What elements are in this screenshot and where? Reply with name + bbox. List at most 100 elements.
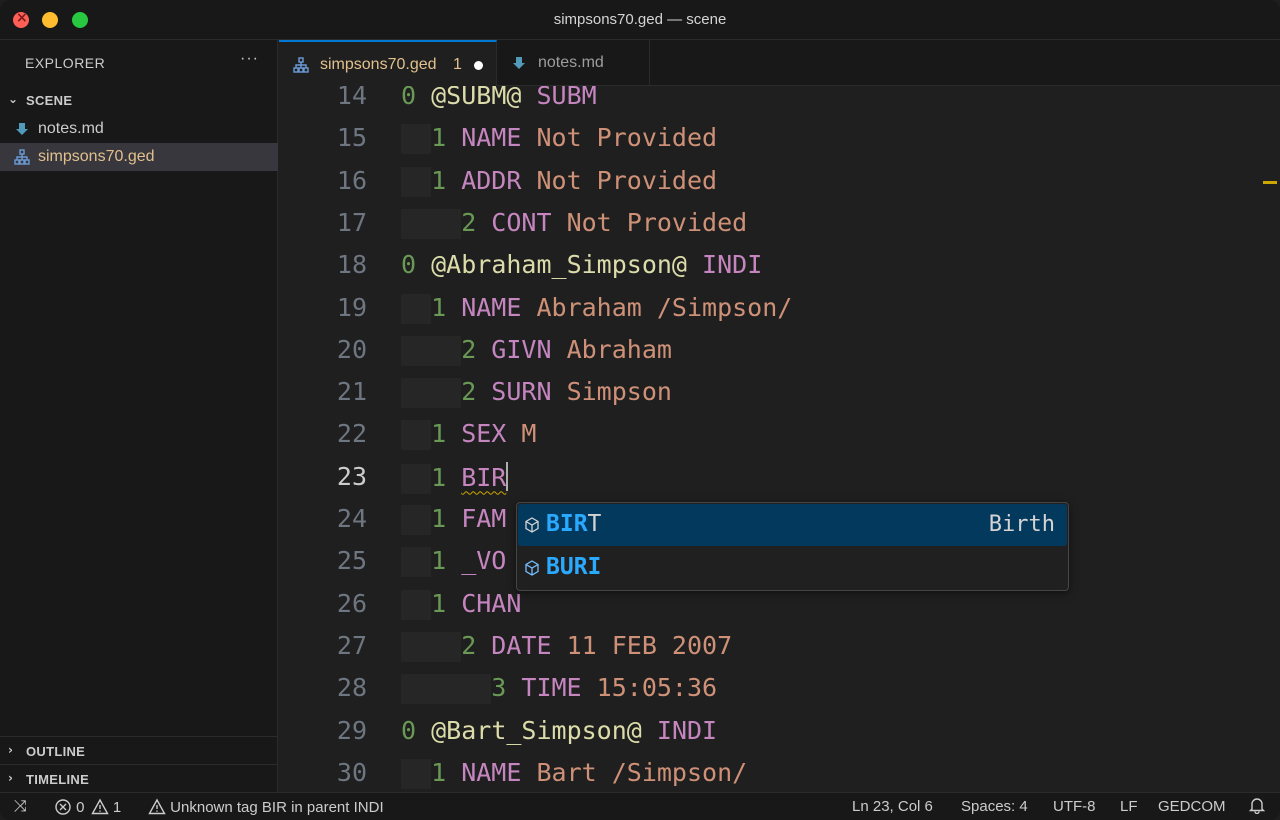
line-number: 25 (336, 546, 367, 576)
token-tag: NAME (461, 757, 537, 787)
diagnostic-text: Unknown tag BIR in parent INDI (170, 799, 384, 816)
title-bar: simpsons70.ged — scene (0, 0, 1280, 40)
folder-section-scene[interactable]: ⌄ SCENE (0, 86, 278, 114)
code-line[interactable]: 19 1 NAME Abraham /Simpson/ (279, 292, 1280, 334)
remote-indicator-icon[interactable]: ⤨ (14, 796, 27, 816)
line-number: 15 (336, 123, 367, 153)
gedcom-tree-icon (293, 57, 309, 73)
indentation-setting[interactable]: Spaces: 4 (961, 798, 1028, 815)
token-val: M (521, 419, 537, 449)
token-tag: NAME (461, 123, 537, 153)
code-text: 0 @Abraham_Simpson@ INDI (401, 250, 762, 279)
file-item-simpsons70-ged[interactable]: simpsons70.ged (0, 143, 278, 171)
token-lvl: 1 (431, 419, 462, 449)
cursor-position[interactable]: Ln 23, Col 6 (852, 798, 933, 815)
text-cursor (506, 461, 509, 491)
line-number: 22 (336, 419, 367, 449)
symbol-property-icon (525, 517, 539, 533)
code-line[interactable]: 26 1 CHAN (279, 588, 1280, 630)
line-number: 28 (336, 673, 367, 703)
timeline-section[interactable]: › TIMELINE (0, 764, 278, 792)
code-line[interactable]: 21 2 SURN Simpson (279, 376, 1280, 418)
code-line[interactable]: 14 0 @SUBM@ SUBM (279, 86, 1280, 122)
error-count: 0 (76, 799, 85, 816)
token-lvl: 1 (431, 504, 462, 533)
window-title: simpsons70.ged — scene (553, 11, 727, 28)
eol-setting[interactable]: LF (1120, 798, 1138, 815)
code-line[interactable]: 23 1 BIR (279, 461, 1280, 503)
outline-label: OUTLINE (26, 744, 86, 759)
more-actions-button[interactable]: ··· (240, 50, 259, 68)
token-tag: ADDR (461, 165, 537, 195)
code-text: 1 NAME Bart /Simpson/ (401, 758, 747, 789)
code-line[interactable]: 29 0 @Bart_Simpson@ INDI (279, 715, 1280, 757)
suggestion-detail: Birth (988, 512, 1055, 537)
line-number: 21 (336, 377, 367, 407)
token-xref: @Bart_Simpson@ (431, 715, 657, 745)
code-text: 1 NAME Not Provided (401, 123, 717, 155)
unsaved-dot-icon[interactable] (474, 61, 483, 70)
code-text: 1 BIR (401, 461, 509, 494)
token-lvl: 2 (461, 334, 492, 364)
token-val: Abraham (566, 334, 672, 364)
chevron-right-icon: › (8, 743, 13, 757)
token-tag: SURN (491, 377, 567, 407)
token-lvl: 2 (461, 377, 492, 407)
token-xref: @SUBM@ (431, 86, 537, 110)
indent-guide (401, 208, 462, 239)
file-item-notes-md[interactable]: notes.md (0, 115, 278, 143)
encoding-setting[interactable]: UTF-8 (1053, 798, 1096, 815)
suggestion-buri[interactable]: BURI (518, 547, 1067, 589)
token-tag: INDI (702, 250, 763, 280)
token-tag: CONT (491, 207, 567, 237)
outline-section[interactable]: › OUTLINE (0, 736, 278, 764)
token-lvl: 1 (431, 123, 462, 153)
code-text: 2 CONT Not Provided (401, 208, 747, 239)
code-line[interactable]: 15 1 NAME Not Provided (279, 122, 1280, 164)
code-line[interactable]: 22 1 SEX M (279, 418, 1280, 460)
code-text: 2 GIVN Abraham (401, 335, 672, 366)
code-editor[interactable]: 14 0 @SUBM@ SUBM 15 1 NAME Not Provided 16 1 … (279, 86, 1280, 792)
line-number: 19 (336, 292, 367, 322)
problems-indicator[interactable]: 0 1 (54, 798, 121, 816)
markdown-icon (513, 57, 525, 69)
token-lvl: 3 (491, 673, 522, 703)
markdown-icon (16, 123, 28, 135)
indent-guide (401, 293, 432, 324)
code-line[interactable]: 17 2 CONT Not Provided (279, 207, 1280, 249)
status-bar: ⤨ 0 1 Unknown tag BIR in parent INDI Ln … (0, 792, 1280, 820)
line-number: 20 (336, 334, 367, 364)
code-text: 1 FAM (401, 504, 506, 535)
indent-guide (401, 758, 432, 789)
code-text: 1 SEX M (401, 419, 537, 451)
code-text: 3 TIME 15:05:36 (401, 673, 717, 705)
code-line[interactable]: 16 1 ADDR Not Provided (279, 165, 1280, 207)
code-line[interactable]: 18 0 @Abraham_Simpson@ INDI (279, 249, 1280, 291)
token-lvl: 2 (461, 630, 492, 660)
token-lvl: 1 (431, 462, 462, 492)
token-tag: _VO (461, 546, 507, 576)
tab-simpsons70-ged[interactable]: simpsons70.ged 1 (279, 40, 497, 86)
token-lvl: 1 (431, 165, 462, 195)
language-mode[interactable]: GEDCOM (1158, 798, 1226, 815)
token-val: Not Provided (536, 165, 718, 195)
suggestion-label: BIRT (546, 511, 601, 537)
diagnostic-message[interactable]: Unknown tag BIR in parent INDI (148, 798, 384, 816)
tab-notes-md[interactable]: notes.md (497, 40, 650, 86)
indent-guide (401, 420, 432, 451)
suggestion-birt[interactable]: BIRT Birth (518, 504, 1067, 546)
code-line[interactable]: 30 1 NAME Bart /Simpson/ (279, 757, 1280, 792)
indent-guide (401, 463, 432, 494)
code-text: 1 ADDR Not Provided (401, 166, 717, 197)
notifications-bell-icon[interactable] (1248, 796, 1266, 818)
autocomplete-suggest-widget: BIRT Birth BURI (516, 502, 1069, 591)
token-lvl: 0 (401, 715, 432, 745)
indent-guide (401, 378, 462, 409)
token-val: Simpson (566, 377, 672, 407)
line-number: 17 (336, 207, 367, 237)
code-line[interactable]: 20 2 GIVN Abraham (279, 334, 1280, 376)
code-line[interactable]: 27 2 DATE 11 FEB 2007 (279, 630, 1280, 672)
code-text: 1 _VO (401, 546, 507, 578)
code-line[interactable]: 28 3 TIME 15:05:36 (279, 672, 1280, 714)
line-number: 29 (336, 715, 367, 745)
